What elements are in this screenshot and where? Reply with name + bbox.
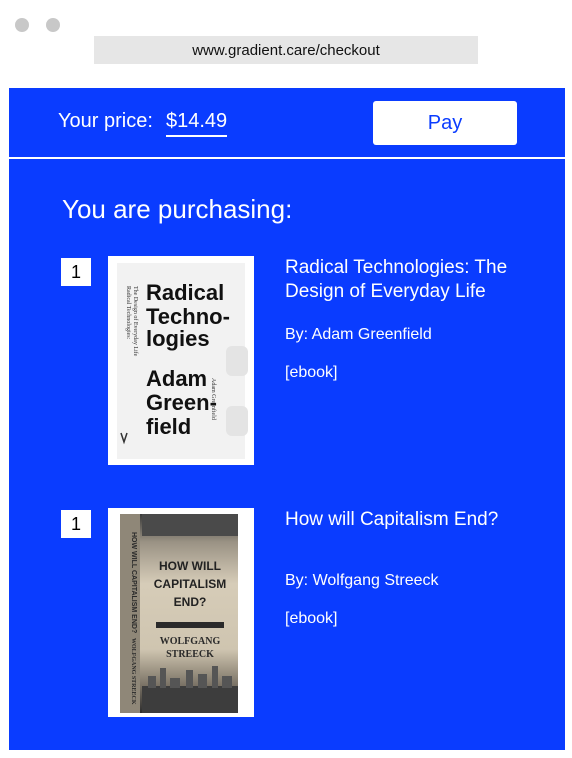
- price-label: Your price:: [58, 110, 153, 132]
- book-cover: Radical Technologies: The Design of Ever…: [108, 256, 254, 465]
- quantity-box[interactable]: 1: [61, 258, 91, 286]
- window-dot-close[interactable]: [15, 18, 29, 32]
- item-author: By: Wolfgang Streeck: [285, 572, 439, 589]
- item-details: Radical Technologies: The Design of Ever…: [285, 256, 535, 382]
- purchase-heading: You are purchasing:: [62, 194, 293, 224]
- item-title[interactable]: How will Capitalism End?: [285, 508, 535, 532]
- item-author: By: Adam Greenfield: [285, 326, 432, 343]
- checkout-panel: Your price: $14.49 Pay You are purchasin…: [9, 88, 565, 750]
- cover-spine-line: The Design of Everyday Life: [132, 286, 139, 357]
- cover-title-line: HOW WILL: [159, 559, 221, 573]
- cover-title-line: Radical: [146, 280, 224, 305]
- cover-spine-title: HOW WILL CAPITALISM END?: [130, 532, 137, 633]
- price-value: $14.49: [166, 110, 228, 137]
- item-format: [ebook]: [285, 610, 338, 627]
- cart-item: 1 HOW WILL CAPITALISM END? WOLFGANG STRE…: [9, 508, 565, 718]
- url-bar[interactable]: www.gradient.care/checkout: [94, 36, 478, 64]
- cover-author-line: Green-: [146, 390, 217, 415]
- item-title[interactable]: Radical Technologies: The Design of Ever…: [285, 256, 535, 304]
- cover-title-line: CAPITALISM: [154, 577, 226, 591]
- cover-author-line: WOLFGANG: [160, 636, 221, 647]
- price-bar: Your price: $14.49 Pay: [9, 88, 565, 159]
- quantity-box[interactable]: 1: [61, 510, 91, 538]
- cover-spine-line: Radical Technologies:: [125, 286, 131, 340]
- cart-item: 1 Radical Technologies: The Design of Ev…: [9, 256, 565, 466]
- window-dot-minimize[interactable]: [46, 18, 60, 32]
- item-format: [ebook]: [285, 364, 338, 381]
- item-details: How will Capitalism End? By: Wolfgang St…: [285, 508, 535, 628]
- url-text: www.gradient.care/checkout: [192, 41, 380, 59]
- cover-author-line: Adam: [146, 366, 207, 391]
- book-cover: HOW WILL CAPITALISM END? WOLFGANG STREEC…: [108, 508, 254, 717]
- cover-author-line: STREECK: [166, 649, 214, 660]
- cover-spine-author: WOLFGANG STREECK: [130, 638, 136, 705]
- cover-title-line: END?: [174, 595, 207, 609]
- cover-title-line: logies: [146, 326, 210, 351]
- pay-button[interactable]: Pay: [373, 101, 517, 145]
- cover-author-line: field: [146, 414, 191, 439]
